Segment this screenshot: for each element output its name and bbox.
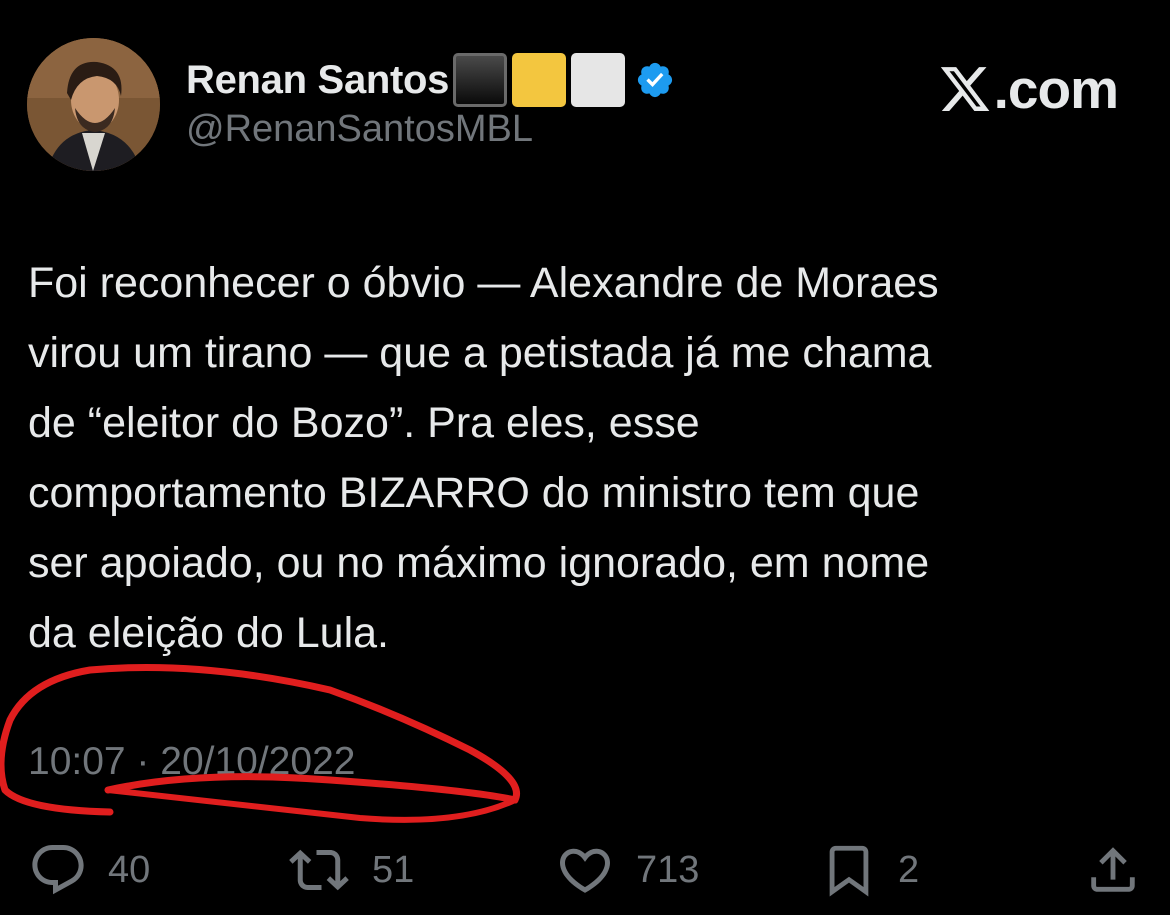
tweet-text-line: da eleição do Lula. (28, 609, 390, 657)
repost-button[interactable]: 51 (286, 835, 414, 905)
tweet-text-line: ser apoiado, ou no máximo ignorado, em n… (28, 539, 930, 587)
black-square-emoji (453, 53, 508, 107)
brand-watermark: .com (938, 56, 1119, 122)
tweet-text-line: comportamento BIZARRO do ministro tem qu… (28, 469, 920, 517)
tweet-text-line: Foi reconhecer o óbvio — Alexandre de Mo… (28, 259, 939, 307)
brand-label: .com (993, 58, 1119, 120)
yellow-square-emoji (512, 53, 567, 107)
tweet-text-line: de “eleitor do Bozo”. Pra eles, esse (28, 399, 700, 447)
bookmark-count: 2 (898, 848, 920, 891)
share-button[interactable] (1084, 835, 1142, 905)
white-square-emoji (571, 53, 626, 107)
like-count: 713 (636, 848, 700, 891)
tweet-action-bar: 40 51 713 2 (0, 835, 1170, 905)
author-handle[interactable]: @RenanSantosMBL (186, 108, 533, 151)
x-logo-icon (940, 67, 989, 111)
bookmark-button[interactable]: 2 (820, 835, 919, 905)
bookmark-icon (829, 845, 869, 897)
tweet-text-line: virou um tirano — que a petistada já me … (28, 329, 932, 377)
verified-badge-icon (638, 62, 673, 98)
author-avatar[interactable] (27, 38, 160, 171)
author-name-row: Renan Santos (186, 52, 675, 108)
like-button[interactable]: 713 (554, 835, 699, 905)
heart-icon (559, 848, 611, 893)
reply-icon (32, 845, 84, 895)
share-icon (1091, 847, 1135, 892)
tweet-timestamp[interactable]: 10:07 · 20/10/2022 (28, 740, 355, 784)
reply-button[interactable]: 40 (28, 835, 150, 905)
repost-count: 51 (372, 848, 415, 891)
repost-icon (289, 849, 349, 891)
tweet-text: Foi reconhecer o óbvio — Alexandre de Mo… (28, 248, 1138, 668)
reply-count: 40 (108, 848, 151, 891)
author-name[interactable]: Renan Santos (186, 58, 449, 103)
